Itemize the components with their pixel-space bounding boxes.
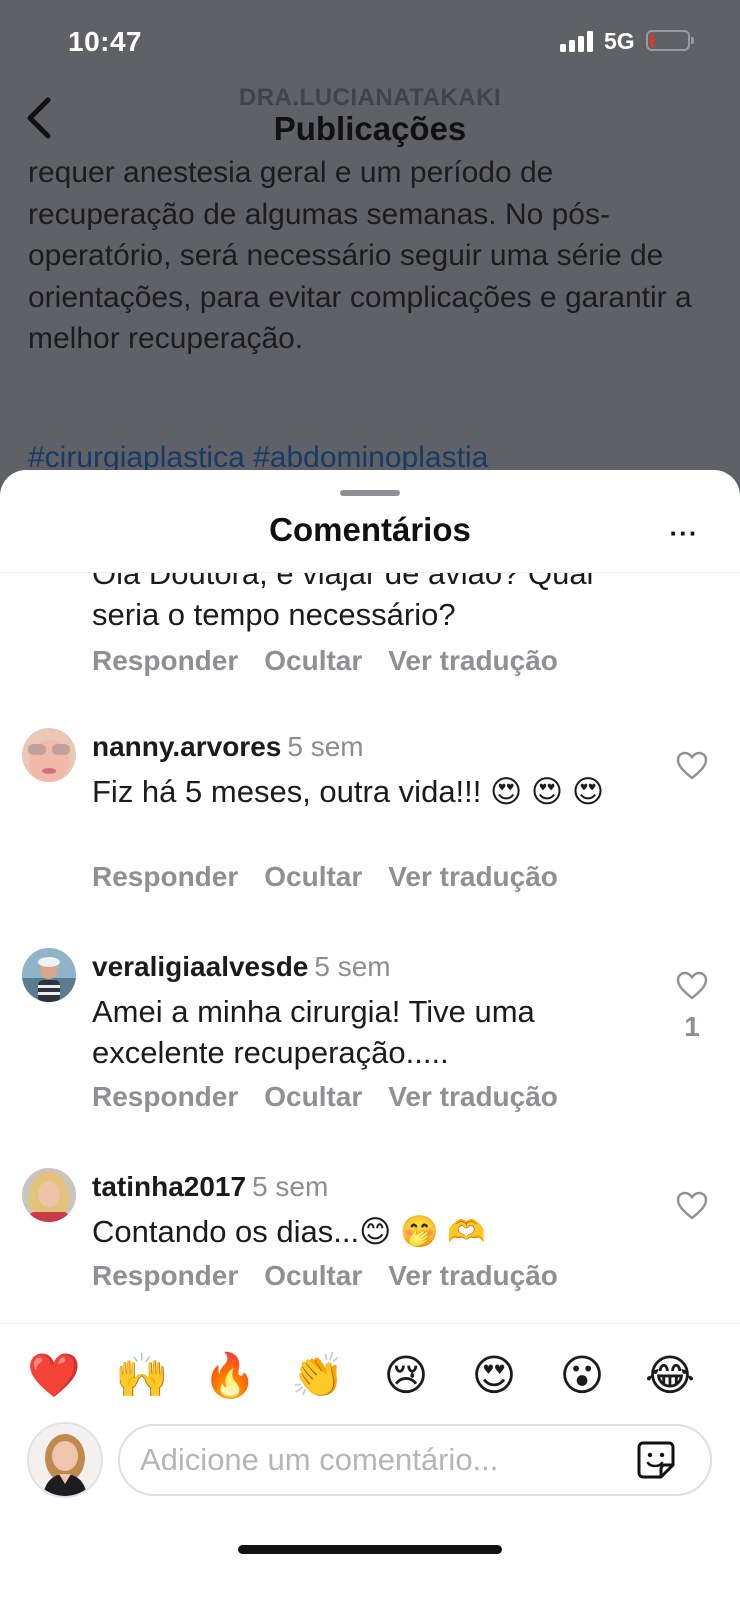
comment-actions: Responder Ocultar Ver tradução <box>92 1260 584 1292</box>
status-bar: 10:47 5G <box>0 0 740 80</box>
reaction-clap[interactable]: 👏 <box>290 1348 346 1404</box>
like-button[interactable] <box>676 971 708 1001</box>
heart-outline-icon <box>676 1191 708 1220</box>
comment-header: tatinha2017 5 sem <box>92 1171 328 1203</box>
reaction-surprised[interactable]: 😮 <box>554 1348 610 1404</box>
hide-button[interactable]: Ocultar <box>264 861 362 892</box>
like-count: 1 <box>684 1011 700 1042</box>
sticker-icon <box>637 1441 675 1479</box>
comment-item: Olá Doutora, e viajar de avião? Qual ser… <box>0 573 740 683</box>
status-time: 10:47 <box>68 26 143 57</box>
reaction-heart-eyes[interactable]: 😍 <box>466 1348 522 1404</box>
hide-button[interactable]: Ocultar <box>264 645 362 676</box>
comment-item: tatinha2017 5 sem Contando os dias...😊 🤭 … <box>0 1161 740 1321</box>
avatar[interactable] <box>22 728 76 782</box>
comment-username[interactable]: tatinha2017 <box>92 1171 246 1202</box>
user-avatar <box>27 1422 103 1498</box>
avatar[interactable] <box>22 948 76 1002</box>
reply-button[interactable]: Responder <box>92 1081 238 1112</box>
comment-input[interactable] <box>140 1426 620 1494</box>
sheet-title: Comentários <box>269 511 471 548</box>
reaction-raised-hands[interactable]: 🙌 <box>114 1348 170 1404</box>
comment-text: Contando os dias...😊 🤭 🫶 <box>92 1214 486 1249</box>
reply-button[interactable]: Responder <box>92 645 238 676</box>
comment-time: 5 sem <box>314 951 391 982</box>
divider <box>0 1323 740 1324</box>
translate-button[interactable]: Ver tradução <box>388 861 558 892</box>
battery-icon <box>646 30 694 51</box>
network-type: 5G <box>604 28 635 54</box>
comments-sheet: Comentários ··· Olá Doutora, e viajar de… <box>0 470 740 1600</box>
comment-username[interactable]: veraligiaalvesde <box>92 951 308 982</box>
heart-outline-icon <box>676 971 708 1000</box>
comment-text: Olá Doutora, e viajar de avião? Qual ser… <box>92 573 594 632</box>
reaction-crying[interactable]: 😢 <box>378 1348 434 1404</box>
like-button[interactable] <box>676 751 708 781</box>
page-title: Publicações <box>273 110 467 147</box>
reaction-bar: ❤️ 🙌 🔥 👏 😢 😍 😮 😂 <box>0 1348 740 1404</box>
more-options-button[interactable]: ··· <box>664 515 704 551</box>
comment-text: Fiz há 5 meses, outra vida!!! 😍 😍 😍 <box>92 774 605 809</box>
comment-header: nanny.arvores 5 sem <box>92 731 364 763</box>
reaction-laughing[interactable]: 😂 <box>642 1348 698 1404</box>
avatar[interactable] <box>22 1168 76 1222</box>
sticker-button[interactable] <box>636 1440 676 1480</box>
translate-button[interactable]: Ver tradução <box>388 1260 558 1291</box>
signal-icon <box>560 30 596 52</box>
comment-username[interactable]: nanny.arvores <box>92 731 281 762</box>
reply-button[interactable]: Responder <box>92 1260 238 1291</box>
reaction-heart[interactable]: ❤️ <box>26 1348 82 1404</box>
comment-actions: Responder Ocultar Ver tradução <box>92 861 584 893</box>
reaction-fire[interactable]: 🔥 <box>202 1348 258 1404</box>
translate-button[interactable]: Ver tradução <box>388 1081 558 1112</box>
home-indicator <box>238 1545 502 1554</box>
comment-composer <box>118 1424 712 1496</box>
comment-time: 5 sem <box>252 1171 329 1202</box>
reply-button[interactable]: Responder <box>92 861 238 892</box>
comment-time: 5 sem <box>287 731 364 762</box>
comment-header: veraligiaalvesde 5 sem <box>92 951 391 983</box>
comment-item: nanny.arvores 5 sem Fiz há 5 meses, outra… <box>0 721 740 911</box>
hide-button[interactable]: Ocultar <box>264 1260 362 1291</box>
like-button[interactable] <box>676 1191 708 1221</box>
heart-outline-icon <box>676 751 708 780</box>
translate-button[interactable]: Ver tradução <box>388 645 558 676</box>
comments-list[interactable]: Olá Doutora, e viajar de avião? Qual ser… <box>0 573 740 1323</box>
sheet-grabber[interactable] <box>340 490 400 496</box>
post-caption: requer anestesia geral e um período de r… <box>28 156 692 355</box>
comment-item: veraligiaalvesde 5 sem Amei a minha cirur… <box>0 941 740 1131</box>
account-handle: DRA.LUCIANATAKAKI <box>238 84 502 111</box>
comment-actions: Responder Ocultar Ver tradução <box>92 645 584 677</box>
comment-actions: Responder Ocultar Ver tradução <box>92 1081 584 1113</box>
comment-text: Amei a minha cirurgia! Tive uma excelent… <box>92 994 535 1070</box>
hide-button[interactable]: Ocultar <box>264 1081 362 1112</box>
